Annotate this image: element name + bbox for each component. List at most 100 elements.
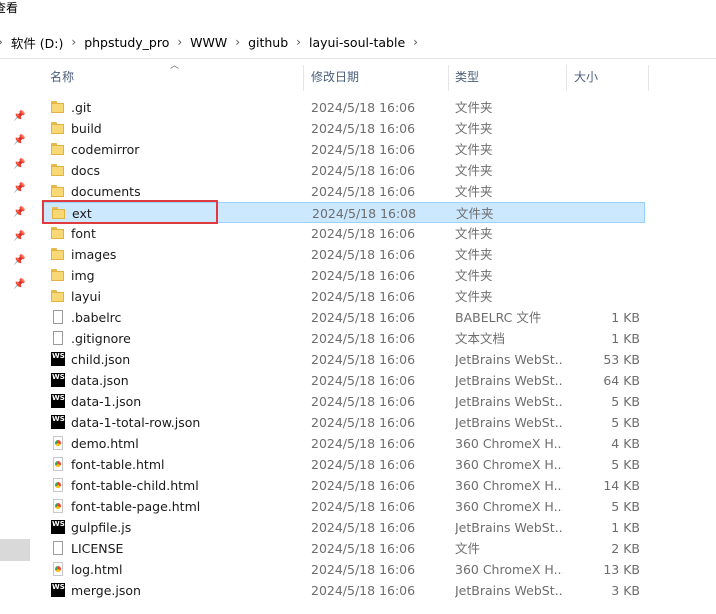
column-header-name[interactable]: 名称 [50, 59, 74, 95]
file-type: 文件夹 [455, 268, 493, 283]
breadcrumb-www[interactable]: WWW [190, 35, 227, 50]
file-row[interactable]: font-table.html 2024/5/18 16:06 360 Chrome… [42, 454, 645, 475]
file-name: .git [71, 100, 92, 115]
chrome-html-icon [50, 561, 66, 577]
file-row[interactable]: .gitignore 2024/5/18 16:06 文本文档 1 KB [42, 328, 645, 349]
column-divider[interactable] [566, 65, 567, 91]
navigation-pane: 📌 📌 📌 📌 📌 📌 📌 📌 [0, 59, 34, 614]
file-modified-date: 2024/5/18 16:06 [311, 436, 416, 451]
file-row[interactable]: documents 2024/5/18 16:06 文件夹 [42, 181, 645, 202]
file-size: 5 KB [611, 394, 640, 409]
file-size [570, 223, 640, 244]
chrome-html-icon [50, 435, 66, 451]
file-modified-date: 2024/5/18 16:06 [311, 163, 416, 178]
pin-icon: 📌 [13, 135, 26, 146]
file-modified-date: 2024/5/18 16:06 [311, 520, 416, 535]
file-size [571, 203, 641, 224]
file-name: log.html [71, 562, 123, 577]
file-name: layui [71, 289, 101, 304]
file-name: .babelrc [71, 310, 122, 325]
column-header-type[interactable]: 类型 [455, 59, 479, 95]
file-type: 文件夹 [455, 100, 493, 115]
ribbon-view-tab[interactable]: 查看 [0, 0, 18, 16]
breadcrumb-current-folder[interactable]: layui-soul-table [309, 35, 405, 50]
breadcrumb-github[interactable]: github [248, 35, 288, 50]
file-modified-date: 2024/5/18 16:06 [311, 394, 416, 409]
chevron-right-icon[interactable]: › [0, 35, 3, 49]
chevron-right-icon[interactable]: › [235, 35, 240, 49]
file-size [570, 139, 640, 160]
file-size [570, 97, 640, 118]
file-row[interactable]: child.json 2024/5/18 16:06 JetBrains WebSt… [42, 349, 645, 370]
file-row[interactable]: font 2024/5/18 16:06 文件夹 [42, 223, 645, 244]
file-type: JetBrains WebSt... [455, 583, 563, 598]
file-name: data-1-total-row.json [71, 415, 201, 430]
file-size: 14 KB [603, 478, 640, 493]
file-type: JetBrains WebSt... [455, 373, 563, 388]
chevron-right-icon[interactable]: › [413, 35, 418, 49]
column-divider[interactable] [648, 65, 649, 91]
breadcrumb-phpstudy[interactable]: phpstudy_pro [84, 35, 169, 50]
file-type: 文件夹 [455, 142, 493, 157]
file-row[interactable]: font-table-child.html 2024/5/18 16:06 360 … [42, 475, 645, 496]
file-row[interactable]: LICENSE 2024/5/18 16:06 文件 2 KB [42, 538, 645, 559]
file-row[interactable]: ext 2024/5/18 16:08 文件夹 [42, 202, 645, 223]
file-modified-date: 2024/5/18 16:06 [311, 415, 416, 430]
ribbon-tab-strip: 查看 [0, 0, 716, 26]
file-row[interactable]: demo.html 2024/5/18 16:06 360 ChromeX H...… [42, 433, 645, 454]
file-row[interactable]: layui 2024/5/18 16:06 文件夹 [42, 286, 645, 307]
file-name: .gitignore [71, 331, 131, 346]
file-type: 文件夹 [455, 289, 493, 304]
folder-icon [50, 99, 66, 115]
file-name: data.json [71, 373, 129, 388]
file-row[interactable]: .babelrc 2024/5/18 16:06 BABELRC 文件 1 KB [42, 307, 645, 328]
file-row[interactable]: merge.json 2024/5/18 16:06 JetBrains WebSt… [42, 580, 645, 601]
file-modified-date: 2024/5/18 16:08 [312, 206, 417, 221]
file-name: codemirror [71, 142, 140, 157]
file-row[interactable]: .git 2024/5/18 16:06 文件夹 [42, 97, 645, 118]
column-header-size[interactable]: 大小 [574, 59, 598, 95]
webstorm-icon [50, 351, 66, 367]
file-row[interactable]: images 2024/5/18 16:06 文件夹 [42, 244, 645, 265]
file-row[interactable]: data-1.json 2024/5/18 16:06 JetBrains WebS… [42, 391, 645, 412]
file-type: 文件夹 [456, 206, 494, 221]
column-headers: ︿ 名称 修改日期 类型 大小 [34, 59, 716, 95]
file-name: ext [72, 206, 92, 221]
address-bar[interactable]: › 软件 (D:) › phpstudy_pro › WWW › github … [0, 26, 716, 59]
file-row[interactable]: build 2024/5/18 16:06 文件夹 [42, 118, 645, 139]
chevron-right-icon[interactable]: › [71, 35, 76, 49]
file-row[interactable]: codemirror 2024/5/18 16:06 文件夹 [42, 139, 645, 160]
file-row[interactable]: img 2024/5/18 16:06 文件夹 [42, 265, 645, 286]
file-modified-date: 2024/5/18 16:06 [311, 184, 416, 199]
column-divider[interactable] [448, 65, 449, 91]
nav-pane-selected-item[interactable] [0, 539, 30, 561]
file-row[interactable]: gulpfile.js 2024/5/18 16:06 JetBrains WebS… [42, 517, 645, 538]
file-size: 5 KB [611, 415, 640, 430]
column-divider[interactable] [303, 65, 304, 91]
breadcrumb-drive[interactable]: 软件 (D:) [11, 33, 64, 52]
file-icon [50, 309, 66, 325]
file-row[interactable]: data-1-total-row.json 2024/5/18 16:06 JetB… [42, 412, 645, 433]
chevron-right-icon[interactable]: › [177, 35, 182, 49]
pin-icon: 📌 [13, 159, 26, 170]
folder-icon [51, 205, 67, 221]
file-row[interactable]: data.json 2024/5/18 16:06 JetBrains WebSt.… [42, 370, 645, 391]
file-name: docs [71, 163, 100, 178]
file-row[interactable]: log.html 2024/5/18 16:06 360 ChromeX H... 1… [42, 559, 645, 580]
pin-icon: 📌 [13, 255, 26, 266]
file-size: 64 KB [603, 373, 640, 388]
sort-ascending-icon: ︿ [170, 61, 180, 71]
file-type: 文件 [455, 541, 481, 556]
file-size: 13 KB [603, 562, 640, 577]
file-row[interactable]: font-table-page.html 2024/5/18 16:06 360 C… [42, 496, 645, 517]
file-type: JetBrains WebSt... [455, 352, 563, 367]
pin-icon: 📌 [13, 207, 26, 218]
file-modified-date: 2024/5/18 16:06 [311, 121, 416, 136]
file-type: 360 ChromeX H... [455, 499, 563, 514]
chevron-right-icon[interactable]: › [296, 35, 301, 49]
file-row[interactable]: docs 2024/5/18 16:06 文件夹 [42, 160, 645, 181]
folder-icon [50, 162, 66, 178]
file-name: font-table-child.html [71, 478, 199, 493]
column-header-date[interactable]: 修改日期 [311, 59, 359, 95]
file-size [570, 118, 640, 139]
